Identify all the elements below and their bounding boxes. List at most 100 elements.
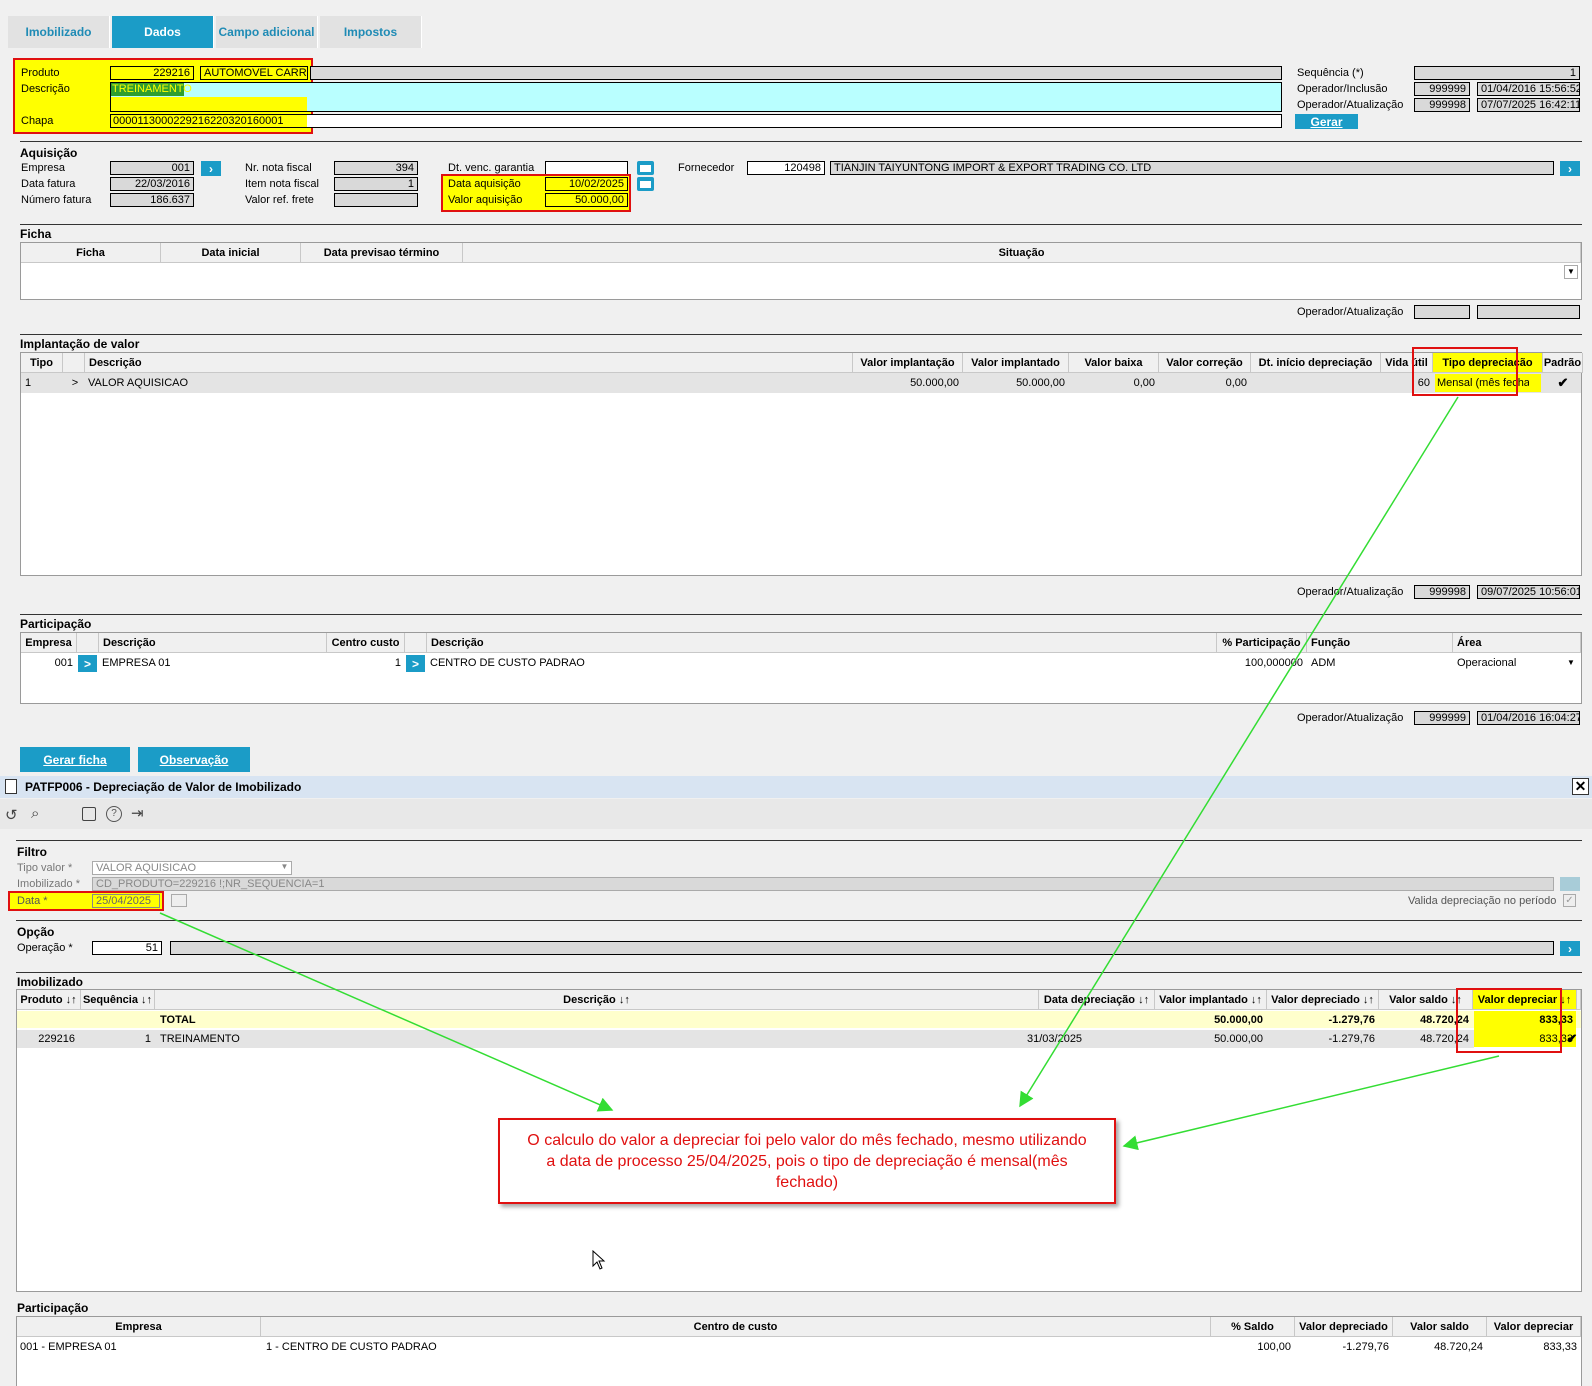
ficha-header-data-inicial[interactable]: Data inicial — [161, 243, 301, 263]
operacao-lookup-button[interactable]: › — [1560, 941, 1580, 956]
divider — [20, 141, 1582, 142]
operacao-field[interactable]: 51 — [92, 941, 162, 955]
search-icon[interactable]: ⌕ — [31, 805, 39, 822]
dpart-header-valor-depreciar[interactable]: Valor depreciar — [1487, 1317, 1581, 1337]
impl-header-valor-implantado[interactable]: Valor implantado — [963, 353, 1069, 373]
empresa-lookup-button[interactable]: › — [201, 161, 221, 176]
help-icon[interactable]: ? — [106, 806, 122, 822]
imob-header-descricao[interactable]: Descrição ↓↑ — [155, 990, 1039, 1010]
part-header-descricao-centro[interactable]: Descrição — [427, 633, 1217, 653]
part-descricao: EMPRESA 01 — [102, 657, 171, 669]
divider — [16, 972, 1582, 973]
ficha-header-situacao[interactable]: Situação — [463, 243, 1581, 263]
calendar-icon[interactable] — [82, 807, 96, 821]
dpart-valor-saldo: 48.720,24 — [1434, 1341, 1483, 1353]
gerar-ficha-button[interactable]: Gerar ficha — [20, 747, 130, 772]
dpart-header-saldo[interactable]: % Saldo — [1211, 1317, 1295, 1337]
dpart-header-empresa[interactable]: Empresa — [17, 1317, 261, 1337]
op-atualizacao-id: 999998 — [1414, 98, 1470, 112]
tab-impostos[interactable]: Impostos — [320, 16, 422, 48]
valida-checkbox[interactable]: ✓ — [1563, 894, 1576, 907]
row-checkbox[interactable]: ✔ — [1565, 1032, 1579, 1046]
dpart-header-valor-saldo[interactable]: Valor saldo — [1393, 1317, 1487, 1337]
implantacao-title: Implantação de valor — [20, 337, 140, 351]
divider — [20, 614, 1582, 615]
part-header-funcao[interactable]: Função — [1307, 633, 1453, 653]
close-icon[interactable]: ✕ — [1572, 778, 1589, 795]
part-empresa-lookup-button[interactable]: > — [78, 655, 97, 672]
produto-code-field[interactable]: 229216 — [110, 66, 194, 80]
dt-garantia-field[interactable] — [545, 161, 628, 175]
part-centro-descricao: CENTRO DE CUSTO PADRAO — [430, 657, 585, 669]
part-op-date: 01/04/2016 16:04:27 — [1477, 711, 1580, 725]
valor-aquisicao-field[interactable]: 50.000,00 — [545, 193, 628, 207]
impl-header-padrao[interactable]: Padrão — [1543, 353, 1583, 373]
undo-icon[interactable]: ↺ — [5, 806, 18, 824]
calendar-icon[interactable] — [637, 161, 654, 175]
calendar-icon[interactable] — [171, 894, 187, 907]
fornecedor-code-field[interactable]: 120498 — [747, 161, 825, 175]
tab-campo-adicional[interactable]: Campo adicional — [216, 16, 318, 48]
impl-row-arrow[interactable]: > — [66, 376, 84, 390]
data-aquisicao-field[interactable]: 10/02/2025 — [545, 177, 628, 191]
chevron-down-icon[interactable]: ▼ — [278, 862, 291, 874]
imob-header-sequencia[interactable]: Sequência ↓↑ — [81, 990, 155, 1010]
part-participacao[interactable]: 100,000000 — [1217, 656, 1303, 670]
data-aquisicao-label: Data aquisição — [448, 178, 521, 190]
impl-header-descricao[interactable]: Descrição — [85, 353, 853, 373]
chevron-down-icon[interactable]: ▼ — [1564, 265, 1578, 279]
annotation-box: O calculo do valor a depreciar foi pelo … — [498, 1118, 1116, 1204]
dt-garantia-label: Dt. venc. garantia — [448, 162, 535, 174]
tipo-valor-select[interactable]: VALOR AQUISICAO — [92, 861, 292, 875]
part-header-area[interactable]: Área — [1453, 633, 1581, 653]
table-row[interactable] — [21, 373, 1581, 393]
total-valor-depreciado: -1.279,76 — [1328, 1014, 1375, 1026]
ficha-header-data-previsao[interactable]: Data previsao término — [301, 243, 463, 263]
dpart-header-valor-depreciado[interactable]: Valor depreciado — [1295, 1317, 1393, 1337]
imob-header-produto[interactable]: Produto ↓↑ — [17, 990, 81, 1010]
impl-valor-implantado: 50.000,00 — [1016, 377, 1065, 389]
dpart-header-centro[interactable]: Centro de custo — [261, 1317, 1211, 1337]
impl-header-valor-baixa[interactable]: Valor baixa — [1069, 353, 1159, 373]
imob-header-valor-implantado[interactable]: Valor implantado ↓↑ — [1155, 990, 1267, 1010]
filter-icon[interactable] — [1560, 877, 1580, 891]
imob-header-valor-depreciado[interactable]: Valor depreciado ↓↑ — [1267, 990, 1379, 1010]
padrao-checkbox[interactable]: ✔ — [1556, 376, 1570, 390]
part-header-participacao[interactable]: % Participação — [1217, 633, 1307, 653]
part-funcao[interactable]: ADM — [1311, 656, 1335, 670]
part-centro[interactable]: 1 — [327, 656, 401, 670]
impl-header-dt-inicio[interactable]: Dt. início depreciação — [1251, 353, 1381, 373]
tab-imobilizado[interactable]: Imobilizado — [8, 16, 110, 48]
gerar-button[interactable]: Gerar — [1295, 114, 1358, 129]
part-centro-lookup-button[interactable]: > — [406, 655, 425, 672]
exit-icon[interactable]: ⇥ — [131, 804, 144, 822]
part-header-empresa[interactable]: Empresa — [21, 633, 77, 653]
part-header-centro-custo[interactable]: Centro custo — [327, 633, 405, 653]
calendar-icon[interactable] — [637, 177, 654, 191]
imob-header-data-depreciacao[interactable]: Data depreciação ↓↑ — [1039, 990, 1155, 1010]
empresa-field[interactable]: 001 — [110, 161, 194, 175]
observacao-button[interactable]: Observação — [138, 747, 250, 772]
part-header-descricao[interactable]: Descrição — [99, 633, 327, 653]
imob-header-select[interactable]: [ ] — [1577, 990, 1581, 1010]
row-valor-implantado: 50.000,00 — [1214, 1033, 1263, 1045]
part-area[interactable]: Operacional — [1457, 656, 1516, 670]
operacao-label: Operação * — [17, 942, 73, 954]
tab-dados[interactable]: Dados — [112, 16, 214, 48]
imobilizado-label: Imobilizado * — [17, 878, 80, 890]
chevron-down-icon[interactable]: ▼ — [1567, 656, 1575, 670]
impl-valor-correcao: 0,00 — [1225, 377, 1247, 389]
ficha-header-ficha[interactable]: Ficha — [21, 243, 161, 263]
imobilizado-field[interactable]: CD_PRODUTO=229216 !;NR_SEQUENCIA=1 — [92, 877, 1554, 891]
impl-header-valor-correcao[interactable]: Valor correção — [1159, 353, 1251, 373]
op-atualizacao-date: 07/07/2025 16:42:11 — [1477, 98, 1580, 112]
fornecedor-lookup-button[interactable]: › — [1560, 161, 1580, 176]
part-empresa[interactable]: 001 — [21, 656, 73, 670]
filtro-title: Filtro — [17, 845, 47, 859]
impl-header-valor-implantacao[interactable]: Valor implantação — [853, 353, 963, 373]
ficha-op-label: Operador/Atualização — [1297, 306, 1404, 318]
dialog-toolbar — [0, 799, 1592, 829]
mouse-cursor-icon — [592, 1250, 606, 1270]
data-field[interactable]: 25/04/2025 — [92, 894, 160, 908]
impl-header-tipo[interactable]: Tipo — [21, 353, 63, 373]
